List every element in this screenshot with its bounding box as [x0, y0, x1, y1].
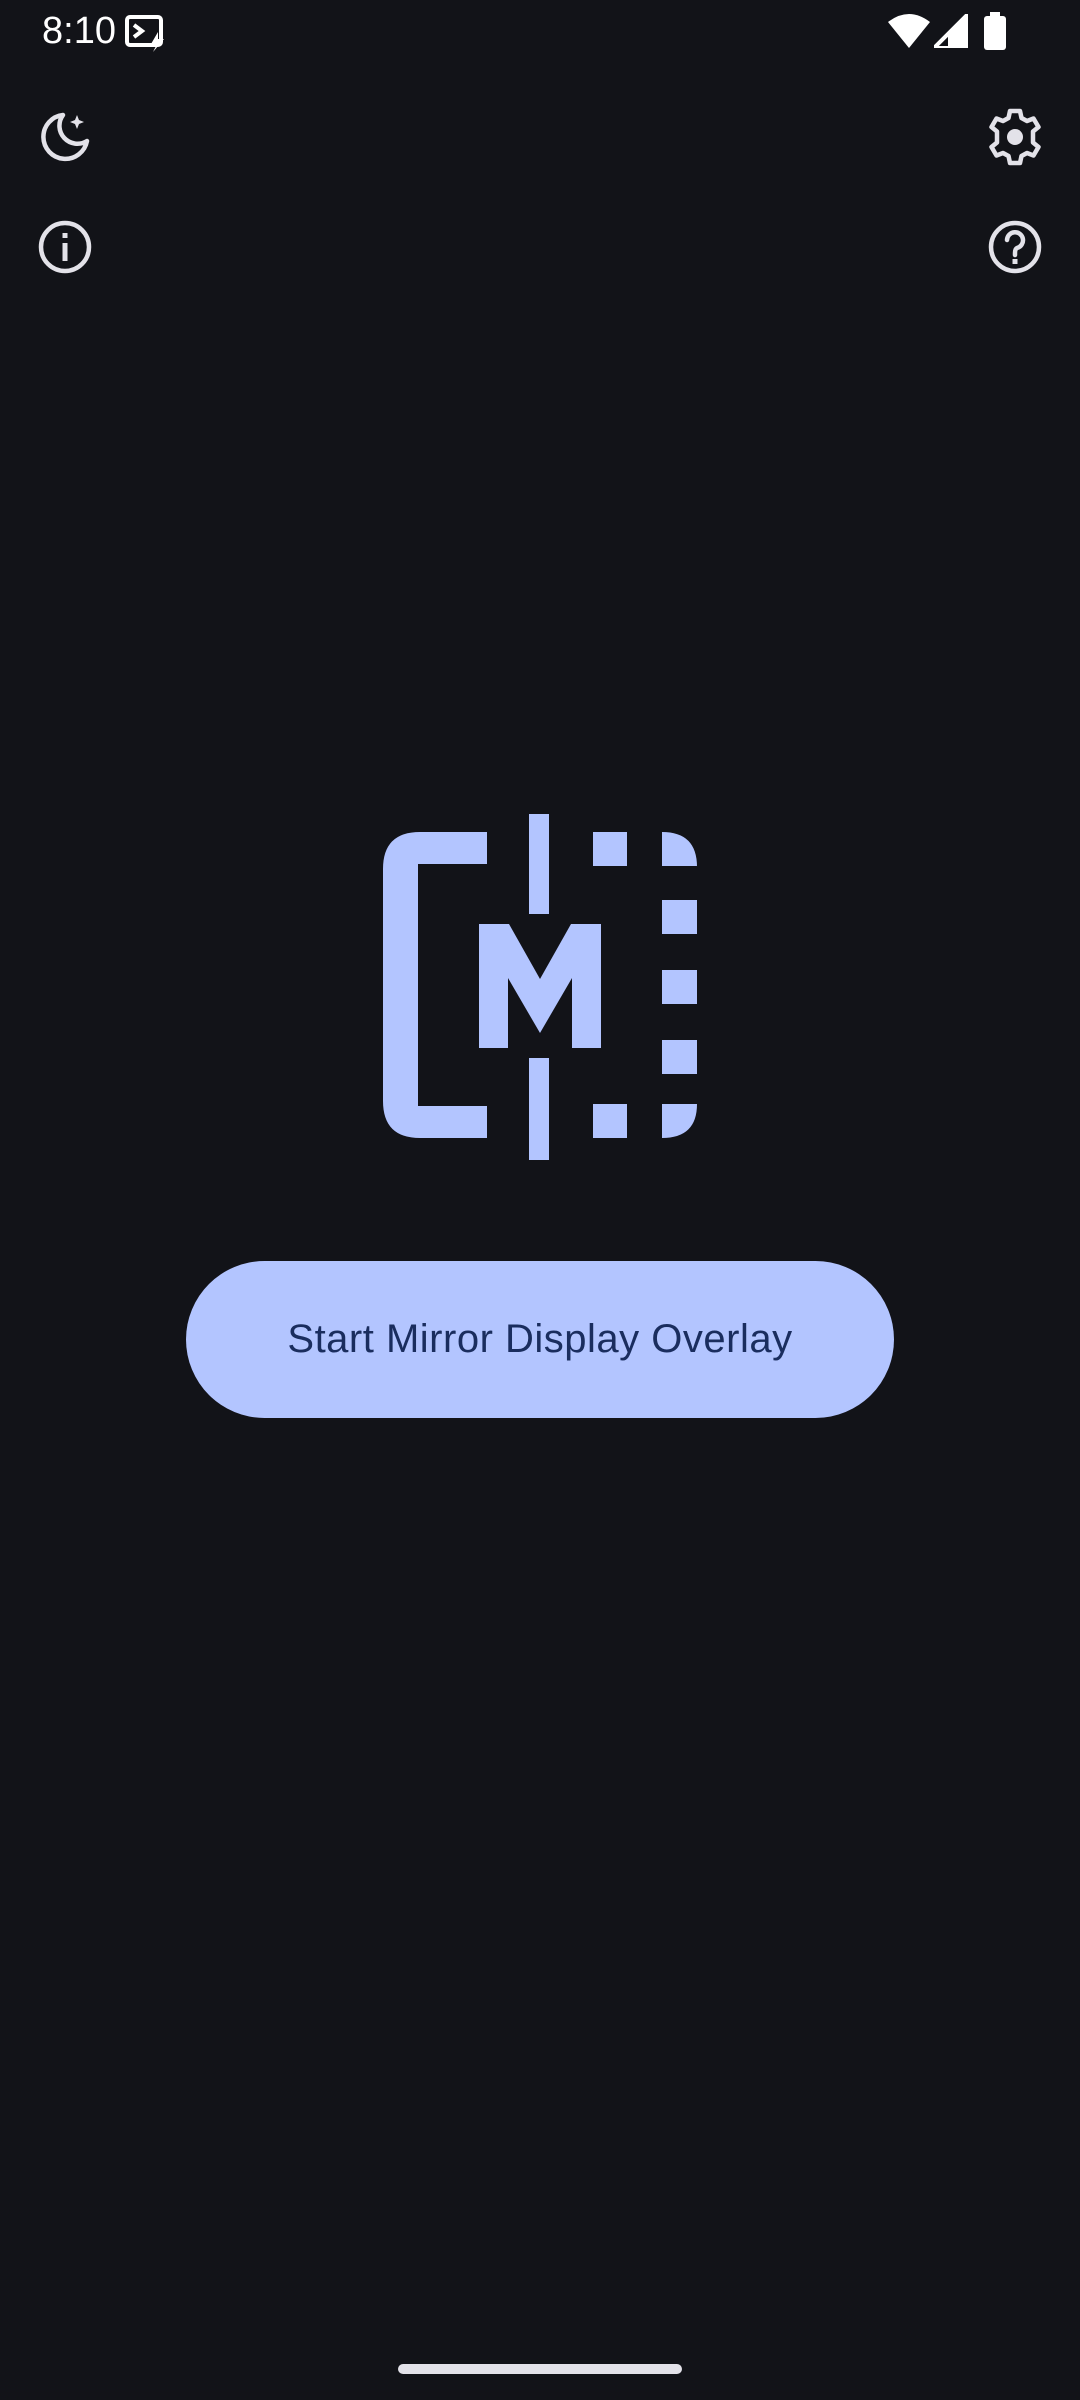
status-time: 8:10 — [42, 10, 116, 52]
info-icon — [37, 219, 93, 280]
info-button[interactable] — [30, 214, 100, 284]
mirror-display-logo-icon — [380, 814, 700, 1166]
settings-button[interactable] — [980, 104, 1050, 174]
status-bar: 8:10 — [0, 0, 1080, 64]
screen-cast-icon — [124, 14, 168, 52]
settings-gear-icon — [986, 108, 1044, 171]
battery-icon — [984, 12, 1006, 50]
wifi-icon — [888, 14, 930, 48]
help-button[interactable] — [980, 214, 1050, 284]
help-icon — [987, 219, 1043, 280]
navigation-handle[interactable] — [398, 2364, 682, 2374]
dark-mode-button[interactable] — [30, 104, 100, 174]
app-logo — [380, 812, 700, 1162]
cellular-signal-icon — [929, 9, 970, 50]
start-mirror-overlay-button[interactable]: Start Mirror Display Overlay — [186, 1261, 894, 1418]
dark-mode-icon — [37, 109, 93, 170]
